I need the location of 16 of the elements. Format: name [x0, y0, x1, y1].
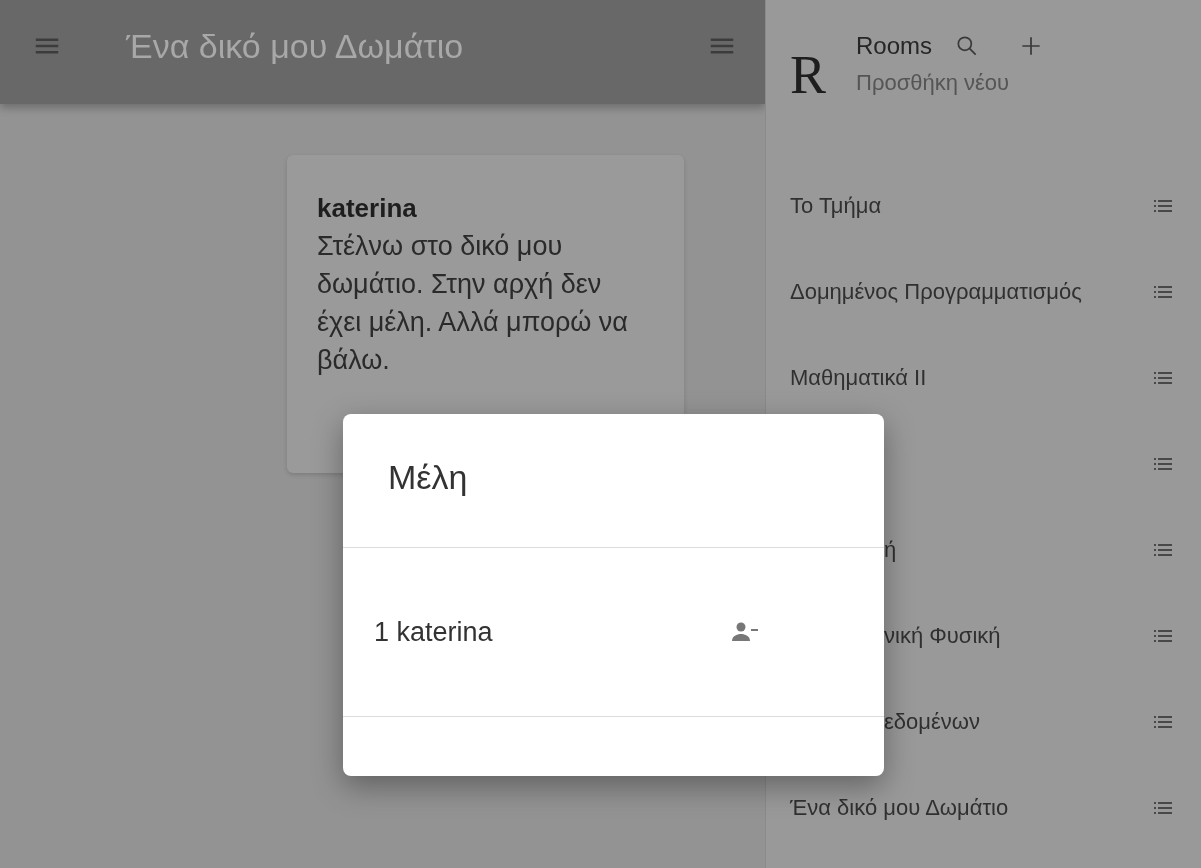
- message-text: Στέλνω στο δικό μου δωμάτιο. Στην αρχή δεν έχει μέλη. Αλλά μπορώ να βάλω.: [317, 230, 629, 377]
- room-item[interactable]: Ένα δικό μου Δωμάτιο: [790, 795, 1009, 821]
- room-item[interactable]: ή: [884, 537, 897, 563]
- room-title: Ένα δικό μου Δωμάτιο: [126, 26, 465, 66]
- member-name: 1 katerina: [374, 616, 494, 648]
- dialog-title: Μέλη: [343, 414, 884, 548]
- room-item[interactable]: Το Τμήμα: [790, 193, 882, 219]
- room-item[interactable]: νική Φυσική: [884, 623, 1001, 649]
- logo-letter: R: [790, 44, 828, 106]
- remove-user-icon[interactable]: [730, 620, 760, 644]
- room-item[interactable]: Μαθηματικά ΙΙ: [790, 365, 927, 391]
- add-new-link[interactable]: Προσθήκη νέου: [856, 70, 1045, 96]
- message-author: katerina: [317, 192, 418, 225]
- room-item[interactable]: Δομημένος Προγραμματισμός: [790, 279, 1082, 305]
- rooms-title: Rooms: [856, 32, 933, 60]
- room-item[interactable]: εδομένων: [884, 709, 980, 735]
